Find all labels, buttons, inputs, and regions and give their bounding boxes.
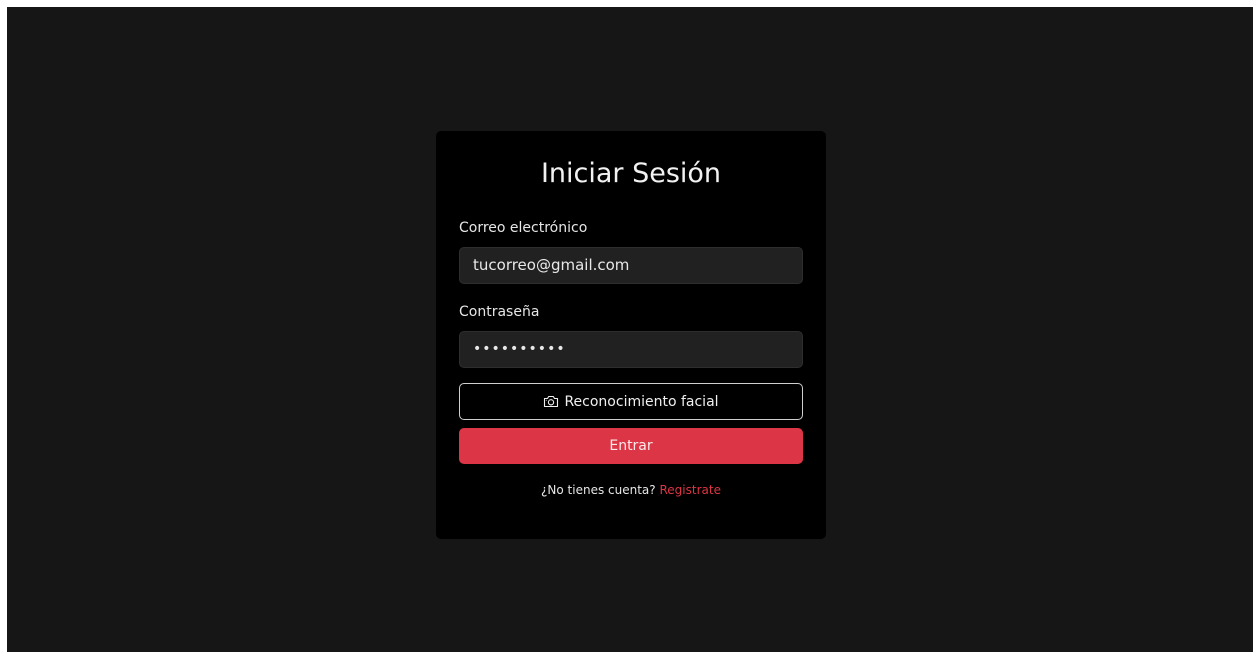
password-field[interactable]: •••••••••• [459, 331, 803, 368]
facial-recognition-button[interactable]: Reconocimiento facial [459, 383, 803, 420]
password-label: Contraseña [459, 304, 540, 320]
email-label: Correo electrónico [459, 220, 588, 236]
camera-icon [544, 395, 559, 408]
no-account-text: ¿No tienes cuenta? [541, 483, 656, 497]
register-link[interactable]: Registrate [659, 483, 720, 497]
register-prompt: ¿No tienes cuenta? Registrate [436, 483, 826, 497]
login-title: Iniciar Sesión [540, 158, 722, 189]
facial-recognition-label: Reconocimiento facial [564, 393, 719, 410]
submit-button[interactable]: Entrar [459, 428, 803, 464]
email-field[interactable]: tucorreo@gmail.com [459, 247, 803, 284]
